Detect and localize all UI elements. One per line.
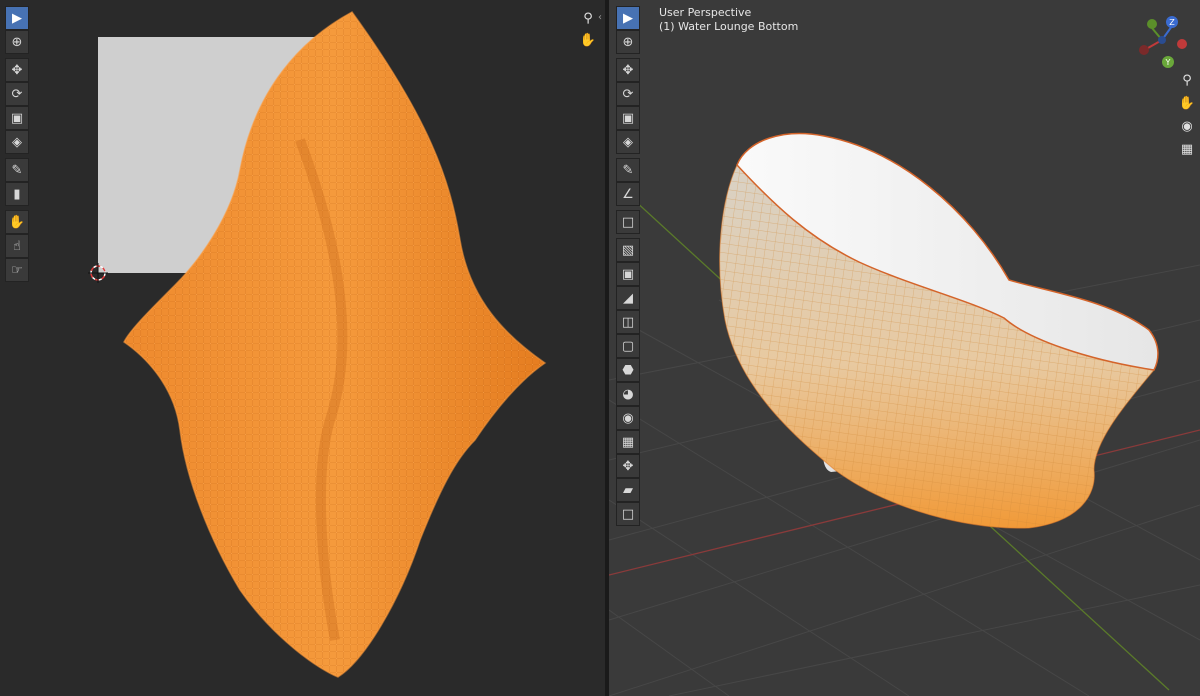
cursor-icon[interactable]: ⊕ bbox=[5, 30, 29, 54]
svg-text:Z: Z bbox=[1169, 18, 1175, 27]
measure-icon[interactable]: ∠ bbox=[616, 182, 640, 206]
grab-icon[interactable]: ✋ bbox=[5, 210, 29, 234]
scale-icon[interactable]: ▣ bbox=[5, 106, 29, 130]
spin-icon[interactable]: ◕ bbox=[616, 382, 640, 406]
annotate-icon[interactable]: ✎ bbox=[5, 158, 29, 182]
transform-icon[interactable]: ◈ bbox=[616, 130, 640, 154]
uv-canvas[interactable] bbox=[0, 0, 605, 696]
move-icon[interactable]: ✥ bbox=[616, 58, 640, 82]
relax-icon[interactable]: ☝ bbox=[5, 234, 29, 258]
zoom-icon[interactable]: ⚲ bbox=[578, 8, 598, 28]
active-object-label: (1) Water Lounge Bottom bbox=[659, 20, 799, 33]
cursor-icon[interactable]: ⊕ bbox=[616, 30, 640, 54]
svg-text:Y: Y bbox=[1165, 58, 1171, 67]
viewport-perspective-label: User Perspective bbox=[659, 6, 752, 19]
grid-icon[interactable]: ▦ bbox=[1177, 139, 1197, 159]
pinch-icon[interactable]: ☞ bbox=[5, 258, 29, 282]
shear-icon[interactable]: ▰ bbox=[616, 478, 640, 502]
viewport-toolbar: ▶ ⊕ ✥ ⟳ ▣ ◈ ✎ ∠ □ ▧ ▣ ◢ ◫ ▢ ⬣ ◕ ◉ ▦ ✥ ▰ … bbox=[616, 6, 640, 526]
pan-hand-icon[interactable]: ✋ bbox=[578, 30, 598, 50]
annotate-icon[interactable]: ✎ bbox=[616, 158, 640, 182]
rotate-icon[interactable]: ⟳ bbox=[616, 82, 640, 106]
uv-editor-pane[interactable]: ▶ ⊕ ✥ ⟳ ▣ ◈ ✎ ▮ ✋ ☝ ☞ ⚲ ✋ ‹ bbox=[0, 0, 605, 696]
poly-build-icon[interactable]: ⬣ bbox=[616, 358, 640, 382]
transform-icon[interactable]: ◈ bbox=[5, 130, 29, 154]
knife-icon[interactable]: ▢ bbox=[616, 334, 640, 358]
bevel-icon[interactable]: ◢ bbox=[616, 286, 640, 310]
gizmo-z-neg-icon[interactable] bbox=[1158, 36, 1166, 44]
camera-icon[interactable]: ◉ bbox=[1177, 116, 1197, 136]
move-icon[interactable]: ✥ bbox=[5, 58, 29, 82]
gizmo-y-neg-icon[interactable] bbox=[1147, 19, 1157, 29]
zoom-icon[interactable]: ⚲ bbox=[1177, 70, 1197, 90]
pan-hand-icon[interactable]: ✋ bbox=[1177, 93, 1197, 113]
edge-slide-icon[interactable]: ▦ bbox=[616, 430, 640, 454]
add-cube-icon[interactable]: □ bbox=[616, 210, 640, 234]
viewport-canvas[interactable] bbox=[609, 0, 1200, 696]
extrude-icon[interactable]: ▧ bbox=[616, 238, 640, 262]
select-box-icon[interactable]: ▶ bbox=[5, 6, 29, 30]
rip-icon[interactable]: ▮ bbox=[5, 182, 29, 206]
sidebar-toggle-icon[interactable]: ‹ bbox=[598, 12, 602, 23]
shrink-fatten-icon[interactable]: ✥ bbox=[616, 454, 640, 478]
navigation-gizmo[interactable]: Z Y bbox=[1128, 10, 1192, 74]
inset-icon[interactable]: ▣ bbox=[616, 262, 640, 286]
scale-icon[interactable]: ▣ bbox=[616, 106, 640, 130]
uv-toolbar: ▶ ⊕ ✥ ⟳ ▣ ◈ ✎ ▮ ✋ ☝ ☞ bbox=[5, 6, 29, 282]
select-box-icon[interactable]: ▶ bbox=[616, 6, 640, 30]
rotate-icon[interactable]: ⟳ bbox=[5, 82, 29, 106]
rip-region-icon[interactable]: □ bbox=[616, 502, 640, 526]
loop-cut-icon[interactable]: ◫ bbox=[616, 310, 640, 334]
3d-viewport-pane[interactable]: User Perspective (1) Water Lounge Bottom… bbox=[609, 0, 1200, 696]
gizmo-x-neg-icon[interactable] bbox=[1139, 45, 1149, 55]
gizmo-x-icon[interactable] bbox=[1177, 39, 1187, 49]
smooth-icon[interactable]: ◉ bbox=[616, 406, 640, 430]
